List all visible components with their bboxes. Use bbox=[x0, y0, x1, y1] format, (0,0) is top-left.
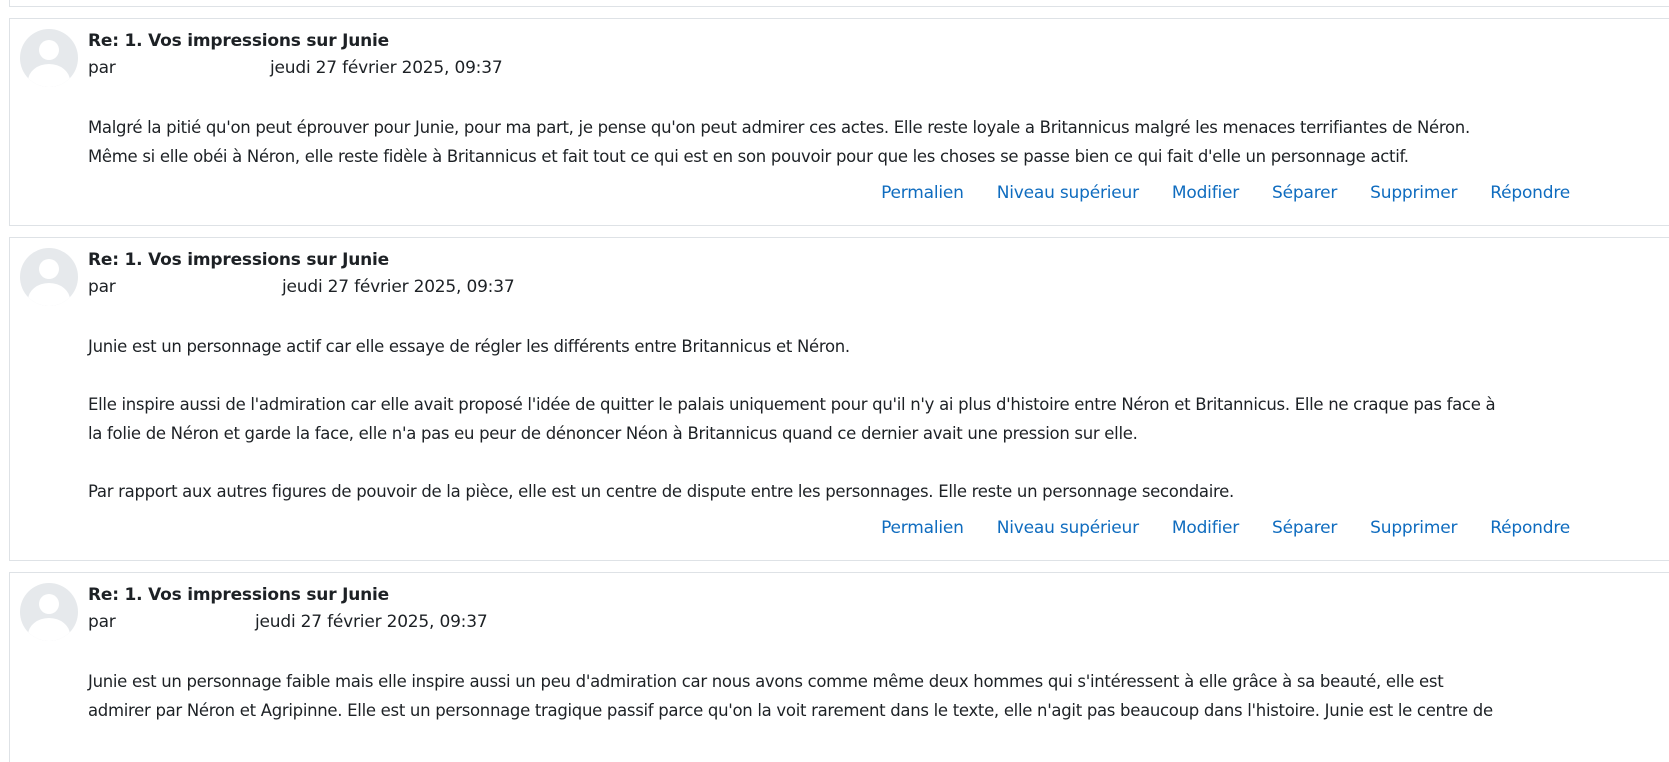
avatar-shoulders bbox=[28, 64, 70, 87]
text-line: Même si elle obéi à Néron, elle reste fi… bbox=[88, 147, 1409, 166]
post-date: jeudi 27 février 2025, 09:37 bbox=[282, 277, 515, 297]
by-label: par bbox=[88, 612, 116, 632]
post-paragraph: Junie est un personnage actif car elle e… bbox=[88, 332, 1669, 361]
reply-link[interactable]: Répondre bbox=[1490, 183, 1570, 203]
avatar-icon[interactable] bbox=[20, 583, 78, 641]
post-paragraph: Junie est un personnage faible mais elle… bbox=[88, 667, 1669, 725]
text-line: Par rapport aux autres figures de pouvoi… bbox=[88, 482, 1234, 501]
edit-link[interactable]: Modifier bbox=[1172, 183, 1239, 203]
post-content: Junie est un personnage actif car elle e… bbox=[88, 332, 1669, 535]
post-subject: Re: 1. Vos impressions sur Junie bbox=[88, 250, 390, 270]
permalink-link[interactable]: Permalien bbox=[881, 518, 964, 538]
post-paragraph: Malgré la pitié qu'on peut éprouver pour… bbox=[88, 113, 1669, 171]
text-line: Junie est un personnage faible mais elle… bbox=[88, 672, 1444, 691]
avatar-head bbox=[39, 259, 59, 279]
avatar-icon[interactable] bbox=[20, 29, 78, 87]
post-byline: par jeudi 27 février 2025, 09:37 bbox=[88, 58, 503, 78]
forum-post: Re: 1. Vos impressions sur Junie par jeu… bbox=[9, 237, 1669, 561]
reply-link[interactable]: Répondre bbox=[1490, 518, 1570, 538]
post-subject: Re: 1. Vos impressions sur Junie bbox=[88, 31, 390, 51]
by-label: par bbox=[88, 58, 116, 78]
post-paragraph: Par rapport aux autres figures de pouvoi… bbox=[88, 477, 1669, 506]
text-line: admirer par Néron et Agripinne. Elle est… bbox=[88, 701, 1493, 720]
avatar-head bbox=[39, 594, 59, 614]
post-date: jeudi 27 février 2025, 09:37 bbox=[270, 58, 503, 78]
post-content: Junie est un personnage faible mais elle… bbox=[88, 667, 1669, 754]
post-byline: par jeudi 27 février 2025, 09:37 bbox=[88, 612, 488, 632]
delete-link[interactable]: Supprimer bbox=[1370, 183, 1457, 203]
post-subject: Re: 1. Vos impressions sur Junie bbox=[88, 585, 390, 605]
post-byline: par jeudi 27 février 2025, 09:37 bbox=[88, 277, 515, 297]
post-paragraph: Elle inspire aussi de l'admiration car e… bbox=[88, 390, 1669, 448]
edit-link[interactable]: Modifier bbox=[1172, 518, 1239, 538]
avatar-icon[interactable] bbox=[20, 248, 78, 306]
avatar-shoulders bbox=[28, 618, 70, 641]
post-commands: Permalien Niveau supérieur Modifier Sépa… bbox=[10, 183, 1570, 203]
avatar-head bbox=[39, 40, 59, 60]
text-line: la folie de Néron et garde la face, elle… bbox=[88, 424, 1138, 443]
forum-post: Re: 1. Vos impressions sur Junie par jeu… bbox=[9, 18, 1669, 226]
previous-post-edge bbox=[9, 0, 1669, 7]
delete-link[interactable]: Supprimer bbox=[1370, 518, 1457, 538]
parent-link[interactable]: Niveau supérieur bbox=[997, 518, 1139, 538]
split-link[interactable]: Séparer bbox=[1272, 518, 1337, 538]
parent-link[interactable]: Niveau supérieur bbox=[997, 183, 1139, 203]
forum-post: Re: 1. Vos impressions sur Junie par jeu… bbox=[9, 572, 1669, 762]
text-line: Junie est un personnage actif car elle e… bbox=[88, 337, 850, 356]
split-link[interactable]: Séparer bbox=[1272, 183, 1337, 203]
text-line: Malgré la pitié qu'on peut éprouver pour… bbox=[88, 118, 1470, 137]
avatar-shoulders bbox=[28, 283, 70, 306]
post-date: jeudi 27 février 2025, 09:37 bbox=[255, 612, 488, 632]
text-line: Elle inspire aussi de l'admiration car e… bbox=[88, 395, 1496, 414]
by-label: par bbox=[88, 277, 116, 297]
post-commands: Permalien Niveau supérieur Modifier Sépa… bbox=[10, 518, 1570, 538]
permalink-link[interactable]: Permalien bbox=[881, 183, 964, 203]
forum-discussion: Re: 1. Vos impressions sur Junie par jeu… bbox=[0, 0, 1669, 762]
